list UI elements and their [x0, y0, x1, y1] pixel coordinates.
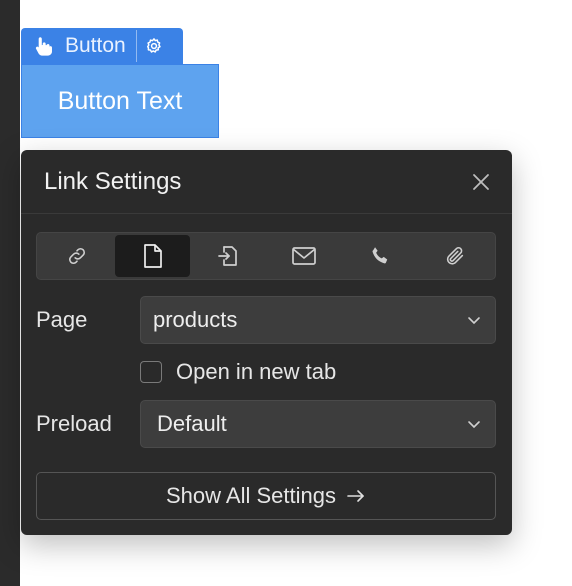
- show-all-settings-label: Show All Settings: [166, 483, 336, 508]
- page-row: Page products: [36, 296, 496, 344]
- tab-url[interactable]: [39, 235, 115, 277]
- canvas-left-edge: [0, 0, 20, 586]
- link-type-tabs: [36, 232, 496, 280]
- page-label: Page: [36, 307, 88, 332]
- link-settings-panel: Link Settings Page products Open in new …: [21, 150, 512, 535]
- email-icon: [291, 247, 316, 265]
- tab-email[interactable]: [266, 235, 342, 277]
- close-icon[interactable]: [470, 171, 492, 193]
- panel-title: Link Settings: [44, 167, 182, 195]
- canvas-button[interactable]: Button Text: [21, 64, 219, 138]
- page-select-value: products: [153, 307, 238, 332]
- panel-header: Link Settings: [21, 150, 512, 214]
- tab-page[interactable]: [114, 235, 191, 277]
- preload-label: Preload: [36, 411, 112, 436]
- canvas-button-text: Button Text: [57, 86, 183, 115]
- gear-icon[interactable]: [137, 28, 171, 64]
- element-type-label: Button: [65, 34, 126, 57]
- arrow-right-icon: [347, 490, 364, 502]
- show-all-settings-button[interactable]: Show All Settings: [36, 472, 496, 520]
- element-badge[interactable]: Button: [21, 28, 183, 64]
- preload-row: Preload Default: [36, 400, 496, 448]
- preload-select-value: Default: [157, 411, 227, 436]
- tab-page-section[interactable]: [190, 235, 266, 277]
- preload-select[interactable]: Default: [140, 400, 496, 448]
- phone-icon: [372, 247, 387, 264]
- open-new-tab-label[interactable]: Open in new tab: [176, 359, 336, 385]
- attachment-icon: [447, 247, 464, 265]
- hand-pointer-icon: [21, 28, 65, 64]
- chevron-down-icon: [468, 421, 480, 429]
- page-select[interactable]: products: [140, 296, 496, 344]
- open-new-tab-checkbox[interactable]: [140, 361, 162, 383]
- page-section-icon: [218, 246, 238, 266]
- tab-attachment[interactable]: [417, 235, 493, 277]
- open-new-tab-row[interactable]: Open in new tab: [140, 359, 336, 385]
- url-link-icon: [68, 248, 85, 264]
- tab-phone[interactable]: [342, 235, 418, 277]
- chevron-down-icon: [468, 317, 480, 325]
- page-icon: [143, 244, 162, 268]
